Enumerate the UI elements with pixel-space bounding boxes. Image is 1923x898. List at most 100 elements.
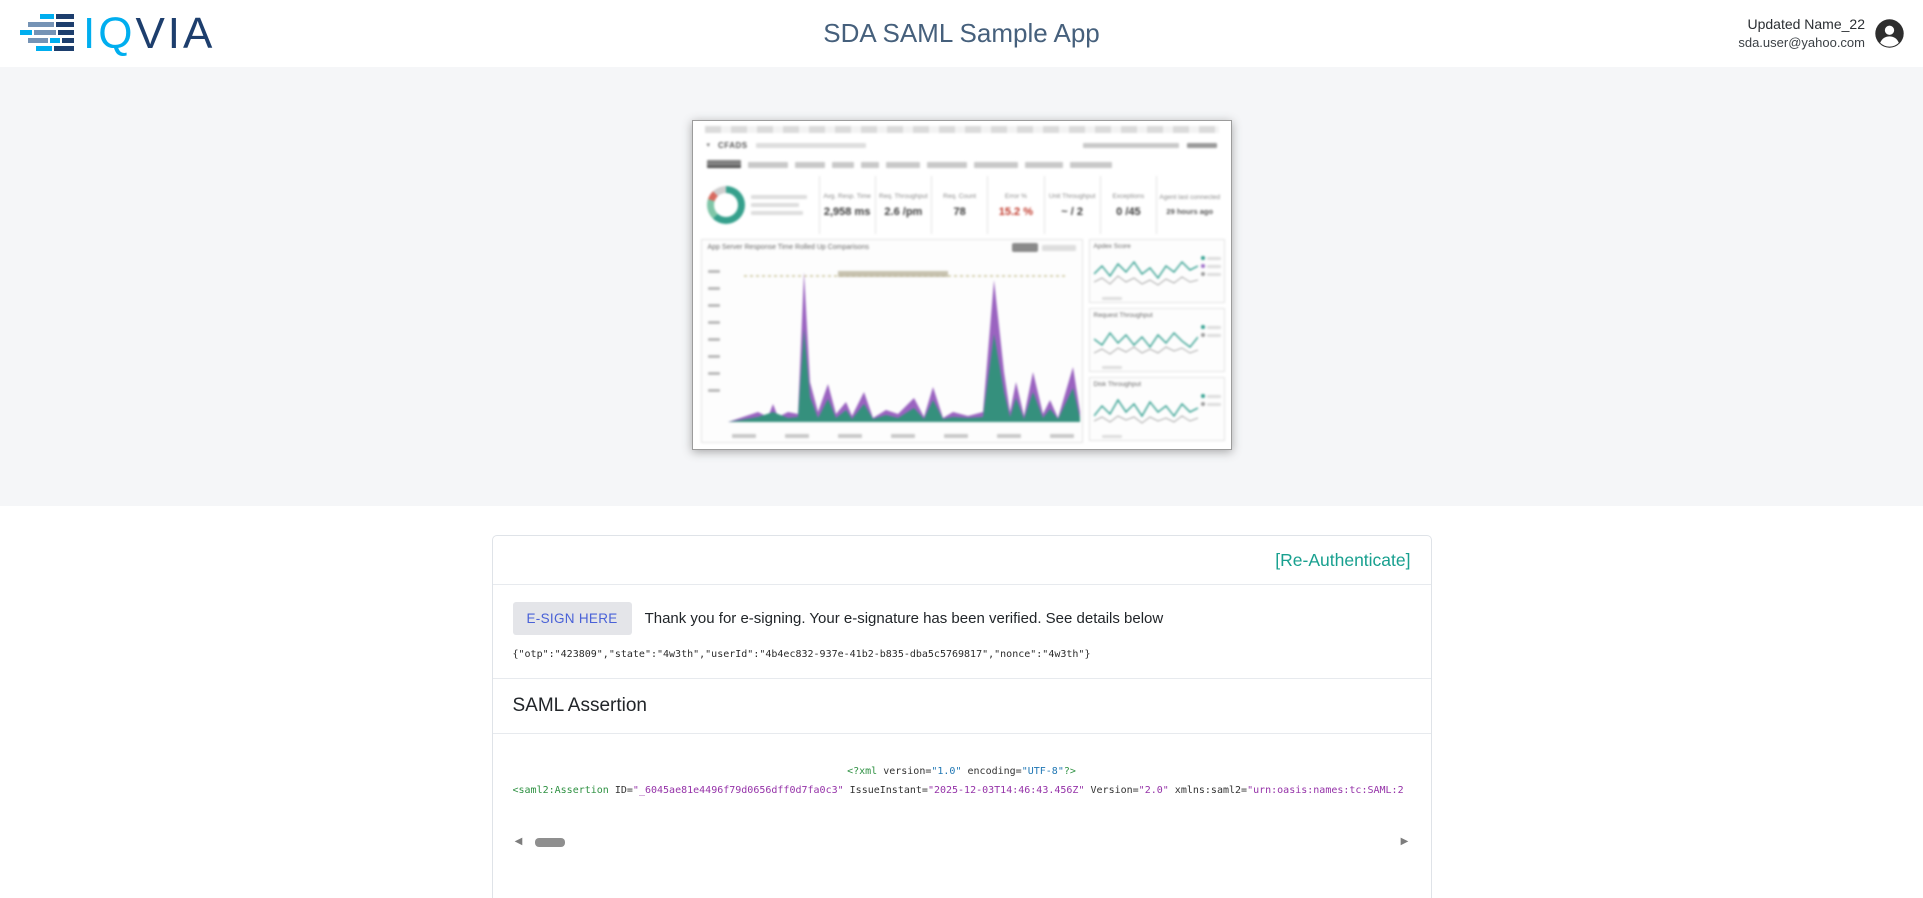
decor-tab bbox=[747, 162, 788, 168]
preview-health-tile bbox=[701, 176, 819, 234]
side-chart-legend bbox=[1200, 256, 1221, 276]
side-chart-legend bbox=[1200, 325, 1221, 337]
user-email: sda.user@yahoo.com bbox=[1738, 35, 1865, 51]
kpi-value: 78 bbox=[953, 205, 966, 218]
code-token: encoding= bbox=[961, 766, 1022, 777]
re-authenticate-link[interactable]: [Re-Authenticate] bbox=[1275, 550, 1410, 571]
esign-message: Thank you for e-signing. Your e-signatur… bbox=[644, 610, 1164, 627]
side-chart-panel: Apdex Score bbox=[1088, 239, 1225, 303]
decor-tab bbox=[706, 160, 741, 168]
code-token: <?xml bbox=[847, 766, 884, 777]
main-chart-y-ticks bbox=[707, 270, 720, 392]
kpi-label: Agent last connected bbox=[1159, 194, 1221, 201]
health-donut-icon bbox=[706, 186, 745, 224]
main-area-chart bbox=[727, 271, 1080, 422]
scrollbar-thumb[interactable] bbox=[534, 837, 565, 847]
side-line-chart bbox=[1092, 398, 1198, 424]
decor-bar bbox=[1041, 244, 1076, 251]
logo-text-iq: IQ bbox=[83, 8, 136, 58]
preview-side-panels: Apdex Score Request Throughput Disk Thro… bbox=[1088, 239, 1225, 441]
scroll-right-icon[interactable]: ▶ bbox=[1399, 837, 1411, 847]
code-token: "1.0" bbox=[931, 766, 962, 777]
scroll-left-icon[interactable]: ◀ bbox=[513, 837, 525, 847]
kpi-value: 2,958 ms bbox=[823, 205, 871, 218]
esign-row: E-SIGN HERE Thank you for e-signing. You… bbox=[512, 602, 1411, 635]
user-avatar-icon[interactable] bbox=[1874, 18, 1905, 49]
preview-toolbar: ▾ CFADS bbox=[707, 140, 1217, 150]
kpi-value: 29 hours ago bbox=[1166, 207, 1214, 216]
code-token: ?> bbox=[1063, 766, 1076, 777]
code-token: "_6045ae81e4496f79d0656dff0d7fa0c3" bbox=[632, 785, 844, 796]
iqvia-logo: IQVIA bbox=[18, 8, 215, 58]
decor-bar bbox=[1101, 366, 1122, 369]
main-content: [Re-Authenticate] E-SIGN HERE Thank you … bbox=[0, 535, 1923, 898]
kpi-label: Exceptions bbox=[1112, 192, 1145, 200]
side-chart-title: Apdex Score bbox=[1093, 243, 1131, 250]
decor-bar bbox=[750, 195, 807, 199]
dashboard-preview-content: ▾ CFADS Avg. Resp. Time 2,958 ms Req. Th… bbox=[693, 121, 1231, 449]
iqvia-logo-text: IQVIA bbox=[83, 8, 215, 58]
user-box[interactable]: Updated Name_22 sda.user@yahoo.com bbox=[1738, 15, 1905, 51]
esign-payload-json: {"otp":"423809","state":"4w3th","userId"… bbox=[512, 649, 1091, 660]
decor-tab bbox=[1069, 162, 1112, 168]
saml-card: [Re-Authenticate] E-SIGN HERE Thank you … bbox=[491, 535, 1432, 898]
code-token: ID= bbox=[614, 785, 633, 796]
decor-bar bbox=[1101, 297, 1122, 300]
preview-main-chart-panel: App Server Response Time Rolled Up Compa… bbox=[700, 239, 1083, 443]
kpi-tile: Exceptions 0 /45 bbox=[1099, 176, 1156, 234]
decor-tab bbox=[1024, 162, 1063, 168]
page-title: SDA SAML Sample App bbox=[823, 18, 1100, 48]
side-line-chart bbox=[1093, 331, 1199, 355]
code-token: "urn:oasis:names:tc:SAML:2 bbox=[1247, 785, 1404, 796]
code-token: <saml2:Assertion bbox=[512, 785, 615, 796]
esign-section: E-SIGN HERE Thank you for e-signing. You… bbox=[492, 585, 1431, 679]
kpi-value: ~ / 2 bbox=[1061, 205, 1083, 218]
main-chart-legend bbox=[1011, 243, 1076, 252]
hero-band: ▾ CFADS Avg. Resp. Time 2,958 ms Req. Th… bbox=[0, 67, 1923, 506]
kpi-tile: Error % 15.2 % bbox=[987, 176, 1043, 234]
code-token: xmlns:saml2= bbox=[1168, 785, 1248, 796]
code-token: "UTF-8" bbox=[1021, 766, 1064, 777]
code-token: version= bbox=[883, 766, 932, 777]
scrollbar-track[interactable] bbox=[528, 837, 1396, 848]
decor-bar bbox=[750, 211, 803, 215]
preview-app-name: CFADS bbox=[718, 140, 748, 150]
kpi-tile: Avg. Resp. Time 2,958 ms bbox=[818, 176, 875, 234]
dashboard-preview-image: ▾ CFADS Avg. Resp. Time 2,958 ms Req. Th… bbox=[691, 120, 1232, 450]
saml-assertion-line: <saml2:Assertion ID="_6045ae81e4496f79d0… bbox=[513, 781, 1411, 800]
preview-caret: ▾ bbox=[706, 142, 711, 149]
kpi-tile: Req. Throughput 2.6 /pm bbox=[874, 176, 931, 234]
decor-tab bbox=[831, 162, 854, 168]
card-header: [Re-Authenticate] bbox=[492, 536, 1431, 585]
kpi-value-error: 15.2 % bbox=[998, 205, 1033, 218]
decor-tab bbox=[973, 162, 1018, 168]
decor-bar bbox=[755, 142, 866, 148]
code-token: Version= bbox=[1084, 785, 1139, 796]
horizontal-scrollbar[interactable]: ◀ ▶ bbox=[513, 835, 1411, 849]
user-text: Updated Name_22 sda.user@yahoo.com bbox=[1738, 15, 1865, 51]
esign-here-button[interactable]: E-SIGN HERE bbox=[512, 602, 632, 635]
decor-bar bbox=[750, 203, 799, 207]
side-chart-panel: Request Throughput bbox=[1088, 308, 1225, 372]
kpi-value: 2.6 /pm bbox=[884, 205, 923, 218]
kpi-tile: Req. Count 78 bbox=[931, 176, 987, 234]
side-line-chart bbox=[1093, 260, 1198, 286]
side-chart-panel: Disk Throughput bbox=[1088, 377, 1225, 441]
decor-bar bbox=[1082, 142, 1179, 148]
decor-tab bbox=[885, 162, 920, 168]
top-bar: IQVIA SDA SAML Sample App Updated Name_2… bbox=[0, 0, 1923, 67]
saml-assertion-heading: SAML Assertion bbox=[492, 679, 1431, 734]
health-text-bars bbox=[750, 195, 813, 215]
code-token: "2.0" bbox=[1138, 785, 1169, 796]
kpi-label: Req. Count bbox=[943, 192, 977, 200]
preview-tab-row bbox=[706, 160, 1217, 168]
preview-kpi-row: Avg. Resp. Time 2,958 ms Req. Throughput… bbox=[701, 176, 1223, 234]
decor-bar bbox=[1101, 435, 1122, 438]
side-chart-title: Request Throughput bbox=[1093, 312, 1153, 319]
iqvia-logo-bars-icon bbox=[20, 13, 74, 51]
kpi-label: Unit Throughput bbox=[1048, 192, 1096, 200]
saml-code-section: <?xml version="1.0" encoding="UTF-8"?> <… bbox=[493, 734, 1431, 849]
preview-browser-strip bbox=[704, 126, 1219, 133]
kpi-tile: Agent last connected 29 hours ago bbox=[1156, 176, 1223, 234]
code-token: IssueInstant= bbox=[843, 785, 928, 796]
